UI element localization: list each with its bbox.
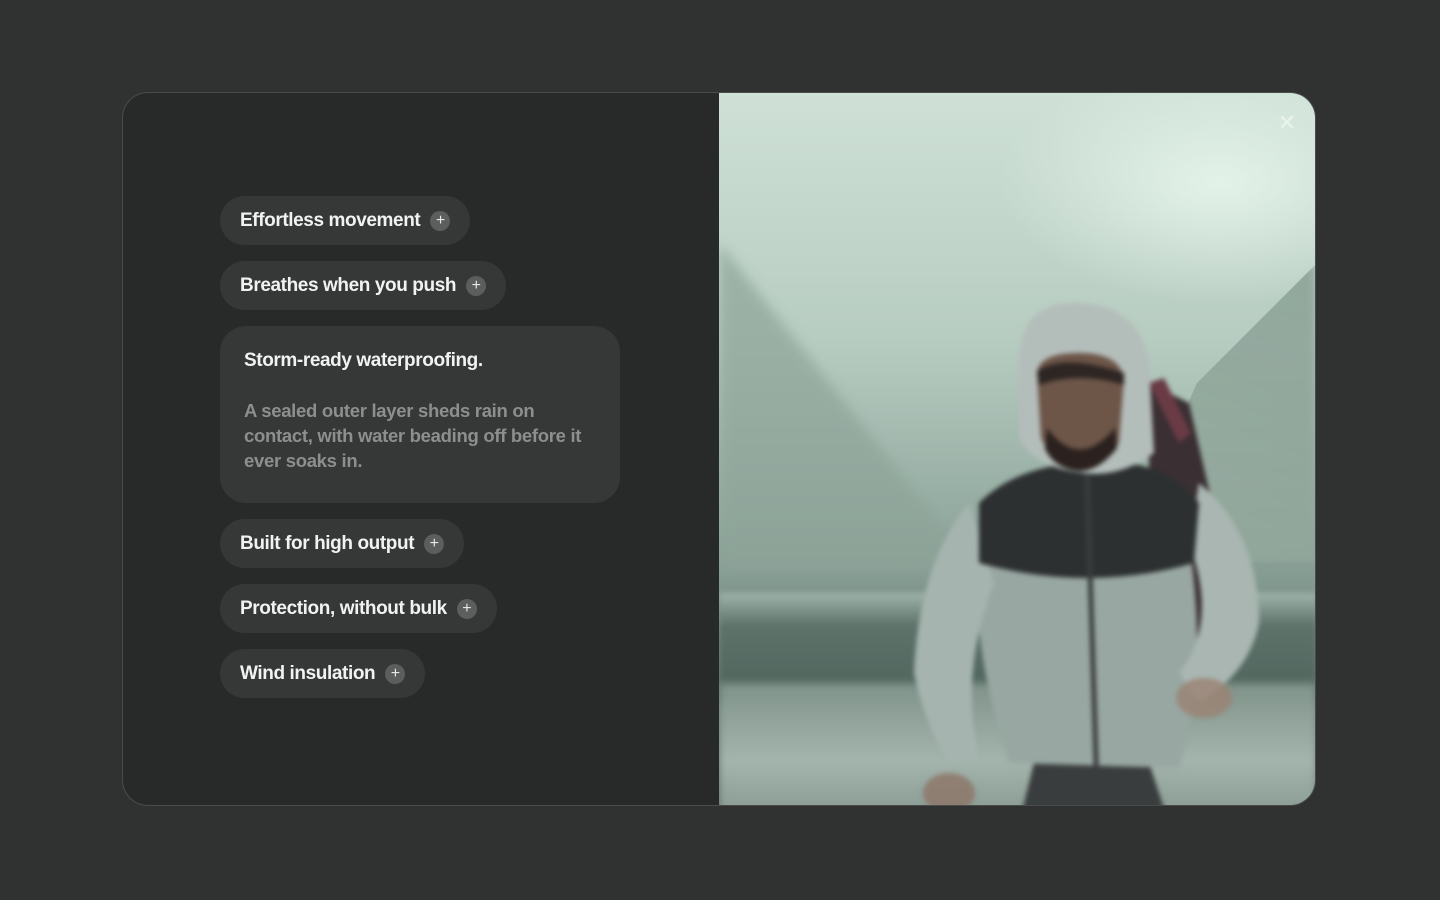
feature-card-title: Storm-ready waterproofing. xyxy=(244,350,483,371)
plus-icon: + xyxy=(385,663,406,684)
feature-chip-protection[interactable]: Protection, without bulk + xyxy=(220,584,497,633)
plus-icon: + xyxy=(466,275,487,296)
feature-chip-wind-insulation[interactable]: Wind insulation + xyxy=(220,649,426,698)
feature-chip-high-output[interactable]: Built for high output + xyxy=(220,519,465,568)
feature-chip-effortless-movement[interactable]: Effortless movement + xyxy=(220,196,471,245)
plus-icon: + xyxy=(430,210,451,231)
close-icon[interactable]: ✕ xyxy=(1273,109,1301,137)
hero-image-hiker-in-rain: ✕ xyxy=(719,93,1315,805)
feature-chip-breathes[interactable]: Breathes when you push + xyxy=(220,261,507,310)
feature-card-waterproofing-expanded[interactable]: Storm-ready waterproofing. A sealed oute… xyxy=(220,326,620,503)
feature-chip-label: Breathes when you push xyxy=(240,274,457,296)
feature-card-description: A sealed outer layer sheds rain on conta… xyxy=(244,400,582,471)
feature-chip-label: Built for high output xyxy=(240,532,415,554)
feature-chip-label: Effortless movement xyxy=(240,209,421,231)
feature-list: Effortless movement + Breathes when you … xyxy=(220,196,620,698)
plus-icon: + xyxy=(424,533,445,554)
feature-chip-label: Protection, without bulk xyxy=(240,597,447,619)
feature-chip-label: Wind insulation xyxy=(240,662,376,684)
feature-modal: Effortless movement + Breathes when you … xyxy=(122,92,1316,806)
feature-list-panel: Effortless movement + Breathes when you … xyxy=(123,93,719,805)
hiker-figure xyxy=(914,303,1259,805)
plus-icon: + xyxy=(456,598,477,619)
